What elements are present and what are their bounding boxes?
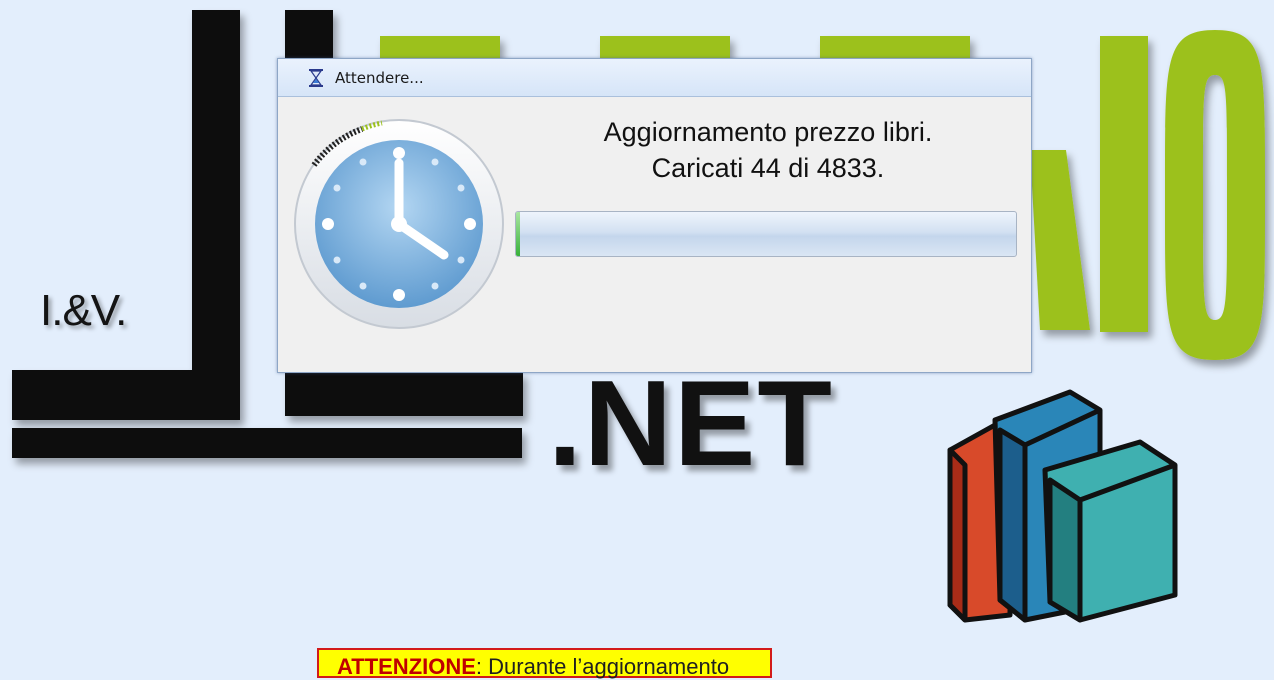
dialog-titlebar[interactable]: Attendere... — [278, 59, 1031, 97]
message-line-2: Caricati 44 di 4833. — [651, 153, 885, 183]
logo-net-suffix: .NET — [548, 355, 834, 491]
dialog-message: Aggiornamento prezzo libri. Caricati 44 … — [508, 114, 1028, 186]
wait-dialog: Attendere... Aggiornamento prezzo libri.… — [277, 58, 1032, 373]
books-icon — [947, 389, 1178, 623]
logo-prefix: I.&V. — [40, 286, 127, 335]
progress-fill — [516, 212, 521, 256]
warning-text: : Durante l’aggiornamento — [475, 654, 730, 679]
dialog-title: Attendere... — [335, 68, 424, 87]
hourglass-icon — [309, 69, 323, 87]
clock-icon — [294, 119, 504, 329]
warning-note: ATTENZIONE: Durante l’aggiornamento — [317, 648, 772, 679]
message-line-1: Aggiornamento prezzo libri. — [603, 117, 933, 147]
warning-label: ATTENZIONE — [337, 654, 476, 679]
progress-bar — [515, 211, 1017, 257]
